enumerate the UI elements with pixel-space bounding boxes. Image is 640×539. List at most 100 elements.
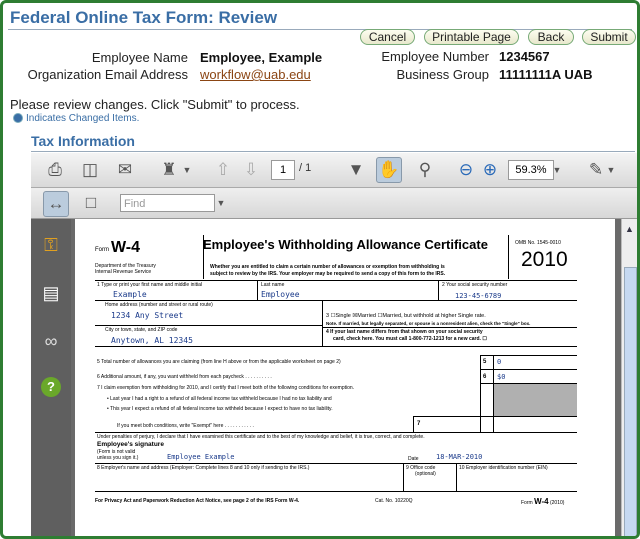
cancel-button[interactable]: Cancel xyxy=(360,29,415,45)
email-icon[interactable]: ✉ xyxy=(113,158,137,182)
chevron-down-icon[interactable]: ▼ xyxy=(182,158,192,182)
page-total: / 1 xyxy=(299,162,312,174)
line3-note: Note. If married, but legally separated,… xyxy=(326,321,531,326)
line6-number: 6 xyxy=(483,374,487,380)
divider xyxy=(456,463,457,491)
ssn-label: 2 Your social security number xyxy=(442,282,508,288)
lock-icon[interactable]: ⚿ xyxy=(39,233,63,257)
line5-value: 0 xyxy=(497,358,502,366)
scrollbar-thumb[interactable] xyxy=(624,267,637,536)
pages-icon[interactable]: ▤ xyxy=(39,281,63,305)
divider xyxy=(322,300,323,346)
employee-number-label: Employee Number xyxy=(381,49,489,64)
sign-dropdown-icon[interactable]: ▼ xyxy=(606,158,616,182)
binoculars-icon[interactable]: ∞ xyxy=(39,329,63,353)
review-message: Please review changes. Click "Submit" to… xyxy=(10,97,300,112)
line7-label: 7 I claim exemption from withholding for… xyxy=(97,385,355,391)
find-dropdown-icon[interactable]: ▼ xyxy=(215,191,227,215)
next-page-icon[interactable]: ⇩ xyxy=(239,158,263,182)
divider xyxy=(95,325,322,326)
line7-number: 7 xyxy=(417,421,421,427)
line5-label: 5 Total number of allowances you are cla… xyxy=(97,359,341,365)
print-icon[interactable]: ⎙ xyxy=(43,158,67,182)
org-email-label: Organization Email Address xyxy=(27,67,188,82)
zoom-select[interactable]: 59.3% xyxy=(508,160,554,180)
app-frame: Federal Online Tax Form: Review Cancel P… xyxy=(0,0,640,539)
back-button[interactable]: Back xyxy=(528,29,574,45)
vertical-scrollbar[interactable]: ▲ xyxy=(621,219,637,536)
sign-icon[interactable]: ✎ xyxy=(584,158,608,182)
city-label: City or town, state, and ZIP code xyxy=(105,327,178,333)
help-icon[interactable]: ? xyxy=(41,377,61,397)
footer-form-name: W-4 xyxy=(534,497,549,506)
line10-label: 10 Employer identification number (EIN) xyxy=(459,465,548,471)
line7-exempt: If you meet both conditions, write "Exem… xyxy=(117,423,254,429)
line6-value: $0 xyxy=(497,373,506,381)
section-title: Tax Information xyxy=(31,133,135,149)
date-value: 18-MAR-2010 xyxy=(436,453,483,461)
w4-form-page: Form W-4 Department of the Treasury Inte… xyxy=(75,219,615,536)
divider xyxy=(480,355,481,432)
save-icon[interactable]: ◫ xyxy=(78,158,102,182)
zoom-in-icon[interactable]: ⊕ xyxy=(478,158,502,182)
hand-tool-icon[interactable]: ✋ xyxy=(376,157,402,183)
changed-items-legend: Indicates Changed Items. xyxy=(13,113,139,124)
fit-width-icon[interactable]: ↔ xyxy=(43,191,69,217)
legend-text: Indicates Changed Items. xyxy=(26,113,140,124)
zoom-tool-icon[interactable]: ⚲ xyxy=(413,158,437,182)
form-heading: Employee's Withholding Allowance Certifi… xyxy=(203,237,488,252)
notice-line-2: subject to review by the IRS. Your emplo… xyxy=(210,271,446,277)
single-option: Single xyxy=(335,313,351,319)
zoom-dropdown-icon[interactable]: ▼ xyxy=(551,158,563,182)
divider xyxy=(95,280,577,281)
divider xyxy=(95,432,577,433)
zoom-out-icon[interactable]: ⊖ xyxy=(454,158,478,182)
section-divider xyxy=(31,151,635,152)
date-label: Date xyxy=(408,456,419,462)
last-name-value: Employee xyxy=(261,290,300,299)
married-higher-option: Married, but withhold at higher Single r… xyxy=(382,313,486,319)
org-email-link[interactable]: workflow@uab.edu xyxy=(200,67,311,82)
line4-label-1: 4 If your last name differs from that sh… xyxy=(326,329,483,335)
form-name: W-4 xyxy=(111,239,141,256)
prev-page-icon[interactable]: ⇧ xyxy=(211,158,235,182)
line9-note: (optional) xyxy=(415,471,436,477)
city-value: Anytown, AL 12345 xyxy=(111,336,193,345)
line7-bullet-1: • Last year I had a right to a refund of… xyxy=(107,396,332,402)
signature-note-2: unless you sign it.) xyxy=(97,455,139,461)
stamp-icon[interactable]: ♜ xyxy=(157,158,181,182)
business-group-value: 11111111A UAB xyxy=(499,67,593,82)
employee-name-value: Employee, Example xyxy=(200,50,323,65)
page-title: Federal Online Tax Form: Review xyxy=(10,8,278,27)
footer-form-id: Form W-4 (2010) xyxy=(521,497,564,506)
divider xyxy=(95,463,577,464)
omb-number: OMB No. 1545-0010 xyxy=(515,240,561,246)
fit-page-icon[interactable]: □ xyxy=(79,191,103,215)
select-tool-icon[interactable]: ▼ xyxy=(344,158,368,182)
signature-value: Employee Example xyxy=(167,453,235,461)
printable-page-button[interactable]: Printable Page xyxy=(424,29,519,45)
page-number-input[interactable]: 1 xyxy=(271,160,295,180)
married-option: Married xyxy=(357,313,376,319)
viewer-toolbar-secondary: ↔ □ Find ▼ xyxy=(31,188,637,219)
line3-options: 3 ☐Single ☒Married ☐Married, but withhol… xyxy=(326,313,486,319)
line4-label-2: card, check here. You must call 1-800-77… xyxy=(333,336,487,342)
divider xyxy=(480,355,577,356)
form-footer: For Privacy Act and Paperwork Reduction … xyxy=(95,498,300,504)
divider xyxy=(508,235,509,279)
perjury-statement: Under penalties of perjury, I declare th… xyxy=(97,434,425,440)
signature-label: Employee's signature xyxy=(97,441,164,448)
last-name-label: Last name xyxy=(261,282,285,288)
divider xyxy=(413,416,414,432)
changed-indicator-icon xyxy=(13,113,23,124)
form-year: 2010 xyxy=(521,248,568,271)
line5-number: 5 xyxy=(483,359,487,365)
employee-number-value: 1234567 xyxy=(499,49,550,64)
address-label: Home address (number and street or rural… xyxy=(105,302,213,308)
submit-button[interactable]: Submit xyxy=(582,29,636,45)
scroll-up-icon[interactable]: ▲ xyxy=(623,224,636,237)
business-group-label: Business Group xyxy=(396,67,490,82)
pdf-viewer: ⎙ ◫ ✉ ♜ ▼ ⇧ ⇩ 1 / 1 ▼ ✋ ⚲ ⊖ ⊕ 59.3% ▼ ✎ … xyxy=(31,153,637,536)
viewer-sidebar: ⚿ ▤ ∞ ? xyxy=(31,219,71,536)
find-input[interactable]: Find xyxy=(120,194,215,212)
